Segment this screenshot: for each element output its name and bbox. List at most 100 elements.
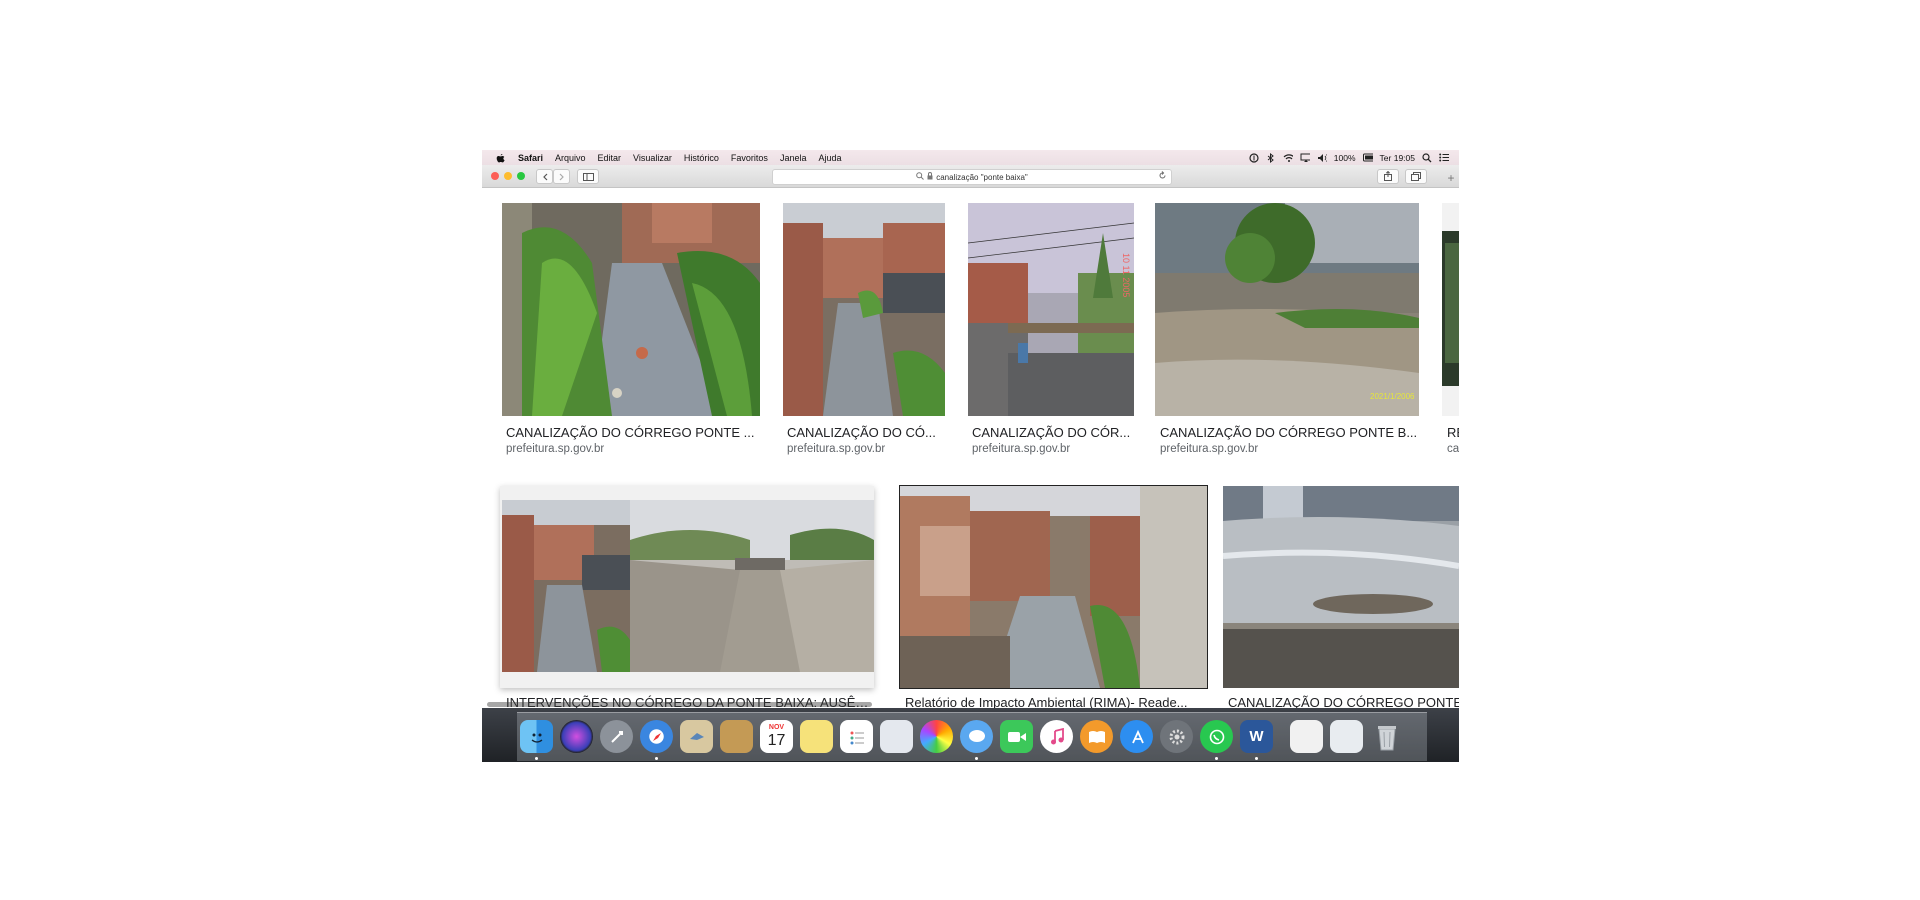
menubar-clock[interactable]: Ter 19:05	[1380, 153, 1415, 163]
zoom-window-button[interactable]	[517, 172, 525, 180]
app-store-icon[interactable]	[1120, 720, 1153, 753]
svg-text:10 11 2005: 10 11 2005	[1121, 253, 1131, 297]
menu-arquivo[interactable]: Arquivo	[555, 153, 586, 163]
bluetooth-icon[interactable]	[1266, 152, 1276, 163]
result-title-2[interactable]: CANALIZAÇÃO DO CÓ...	[787, 425, 945, 440]
back-button[interactable]	[536, 169, 553, 184]
safari-toolbar: canalização "ponte baixa"	[482, 165, 1459, 188]
messages-icon[interactable]	[960, 720, 993, 753]
notification-center-icon[interactable]	[1439, 153, 1449, 163]
calendar-month: NOV	[768, 724, 785, 731]
battery-percent: 100%	[1333, 152, 1356, 163]
stream-photo-3: 10 11 2005	[968, 203, 1134, 416]
photo-bird-icon[interactable]	[680, 720, 713, 753]
menu-safari[interactable]: Safari	[518, 153, 543, 163]
status-area: 100% Ter 19:05	[1249, 150, 1449, 165]
safari-compass-icon[interactable]	[640, 720, 673, 753]
calendar-icon[interactable]: NOV 17	[760, 720, 793, 753]
plus-icon: +	[1447, 171, 1455, 185]
menu-editar[interactable]: Editar	[598, 153, 622, 163]
volume-icon[interactable]	[1317, 153, 1327, 163]
menu-favoritos[interactable]: Favoritos	[731, 153, 768, 163]
horizontal-scrollbar[interactable]	[487, 702, 872, 707]
facetime-icon[interactable]	[1000, 720, 1033, 753]
address-bar[interactable]: canalização "ponte baixa"	[772, 169, 1172, 185]
menu-ajuda[interactable]: Ajuda	[818, 153, 841, 163]
finder-icon[interactable]	[520, 720, 553, 753]
document-stack-icon[interactable]	[1290, 720, 1323, 753]
photos-icon[interactable]	[920, 720, 953, 753]
apple-icon[interactable]	[494, 153, 506, 163]
result-image-5-partial[interactable]	[1442, 203, 1459, 416]
wifi-icon[interactable]	[1283, 153, 1293, 163]
result-title-1[interactable]: CANALIZAÇÃO DO CÓRREGO PONTE ...	[506, 425, 756, 440]
new-tab-button[interactable]: +	[1443, 171, 1459, 185]
itunes-music-icon[interactable]	[1040, 720, 1073, 753]
minimize-window-button[interactable]	[504, 172, 512, 180]
result-source-3[interactable]: prefeitura.sp.gov.br	[972, 443, 1134, 455]
before-after-canal-photo	[500, 486, 874, 688]
system-preferences-gear-icon[interactable]	[1160, 720, 1193, 753]
address-bar-text: canalização "ponte baixa"	[936, 172, 1028, 182]
spotlight-search-icon[interactable]	[1422, 152, 1432, 163]
safari-running-indicator	[655, 757, 658, 760]
share-button[interactable]	[1377, 169, 1399, 184]
chevron-right-icon	[559, 168, 565, 186]
result-source-4[interactable]: prefeitura.sp.gov.br	[1160, 443, 1418, 455]
reminders-icon[interactable]	[840, 720, 873, 753]
menu-visualizar[interactable]: Visualizar	[633, 153, 672, 163]
stream-photo-2	[783, 203, 945, 416]
ibooks-icon[interactable]	[1080, 720, 1113, 753]
siri-status-icon[interactable]	[1249, 152, 1259, 163]
finder-running-indicator	[535, 757, 538, 760]
messages-running-indicator	[975, 757, 978, 760]
result-title-3[interactable]: CANALIZAÇÃO DO CÓR...	[972, 425, 1134, 440]
battery-icon[interactable]	[1362, 153, 1373, 163]
downloads-stack-icon[interactable]	[1330, 720, 1363, 753]
result-title-5[interactable]: RE	[1447, 425, 1459, 440]
partial-photo-5	[1442, 203, 1459, 416]
result-image-3[interactable]: 10 11 2005	[968, 203, 1134, 416]
trash-icon[interactable]	[1370, 720, 1403, 753]
contacts-book-icon[interactable]	[720, 720, 753, 753]
sidebar-icon	[582, 168, 594, 186]
result-image-1[interactable]	[502, 203, 760, 416]
result-image-6[interactable]	[500, 486, 874, 688]
notes-icon[interactable]	[800, 720, 833, 753]
share-icon	[1384, 168, 1392, 186]
search-icon	[916, 172, 925, 182]
menu-historico[interactable]: Histórico	[684, 153, 719, 163]
favela-stream-photo	[900, 486, 1207, 688]
result-image-8[interactable]	[1223, 486, 1459, 688]
airplay-icon[interactable]	[1300, 153, 1310, 163]
close-window-button[interactable]	[491, 172, 499, 180]
reload-icon[interactable]	[1158, 171, 1167, 182]
lock-icon	[927, 172, 933, 182]
calendar-day: 17	[767, 732, 786, 749]
result-image-7[interactable]	[899, 485, 1208, 689]
whatsapp-running-indicator	[1215, 757, 1218, 760]
flood-photo-4: 2021/1/2006	[1155, 203, 1419, 416]
result-source-2[interactable]: prefeitura.sp.gov.br	[787, 443, 945, 455]
word-running-indicator	[1255, 757, 1258, 760]
siri-icon[interactable]	[560, 720, 593, 753]
result-source-1[interactable]: prefeitura.sp.gov.br	[506, 443, 756, 455]
whatsapp-icon[interactable]	[1200, 720, 1233, 753]
tabs-overview-button[interactable]	[1405, 169, 1427, 184]
result-image-4[interactable]: 2021/1/2006	[1155, 203, 1419, 416]
result-image-2[interactable]	[783, 203, 945, 416]
water-channel-photo	[1223, 486, 1459, 688]
tabs-icon	[1411, 168, 1421, 186]
svg-text:2021/1/2006: 2021/1/2006	[1370, 392, 1415, 401]
word-icon[interactable]: W	[1240, 720, 1273, 753]
chevron-left-icon	[542, 168, 548, 186]
sidebar-toggle-button[interactable]	[577, 169, 599, 184]
result-title-4[interactable]: CANALIZAÇÃO DO CÓRREGO PONTE B...	[1160, 425, 1418, 440]
menu-janela[interactable]: Janela	[780, 153, 807, 163]
stream-photo-1	[502, 203, 760, 416]
forward-button[interactable]	[553, 169, 570, 184]
result-source-5[interactable]: ca	[1447, 443, 1459, 455]
menu-bar: Safari Arquivo Editar Visualizar Históri…	[482, 150, 1459, 165]
preview-photos-icon[interactable]	[880, 720, 913, 753]
launchpad-rocket-icon[interactable]	[600, 720, 633, 753]
